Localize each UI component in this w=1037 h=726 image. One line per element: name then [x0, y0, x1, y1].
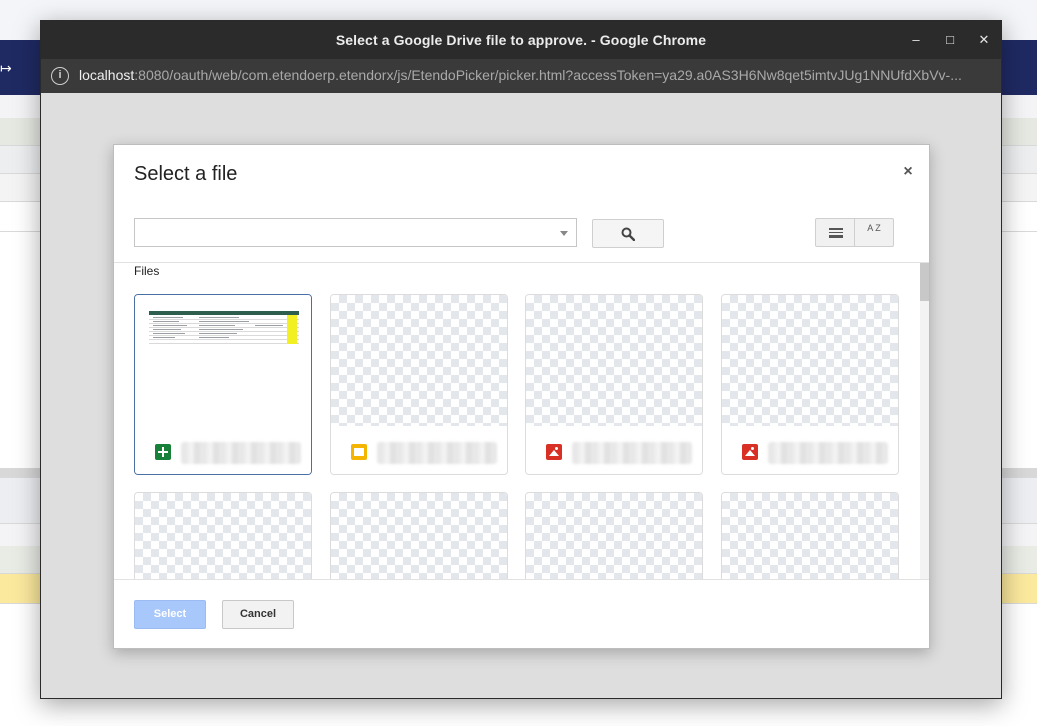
site-info-icon[interactable]: i — [51, 67, 69, 85]
spreadsheet-preview — [149, 311, 299, 347]
file-tile-4[interactable] — [721, 294, 899, 475]
chrome-popup-window: Select a Google Drive file to approve. -… — [40, 20, 1002, 699]
search-input[interactable] — [141, 223, 551, 243]
url-text[interactable]: localhost:8080/oauth/web/com.etendoerp.e… — [79, 67, 989, 85]
list-view-icon — [829, 228, 843, 238]
window-title: Select a Google Drive file to approve. -… — [335, 32, 707, 48]
url-path: :8080/oauth/web/com.etendoerp.etendorx/j… — [134, 67, 962, 83]
cancel-button[interactable]: Cancel — [222, 600, 294, 629]
page-content: Select a file × A Z Files Select Cancel — [41, 93, 1001, 698]
file-grid-scrollbar[interactable] — [920, 263, 929, 579]
file-thumbnail — [722, 295, 898, 426]
file-meta — [722, 426, 898, 474]
minimize-icon[interactable]: – — [905, 29, 927, 51]
file-meta — [526, 426, 702, 474]
file-name-redacted — [572, 442, 692, 464]
file-thumbnail — [135, 295, 311, 426]
file-tile-8[interactable] — [721, 492, 899, 579]
section-label-files: Files — [134, 264, 160, 278]
file-thumbnail — [526, 493, 702, 579]
file-meta — [331, 426, 507, 474]
file-thumbnail — [331, 295, 507, 426]
search-button[interactable] — [592, 219, 664, 248]
sort-az-icon: A Z — [867, 223, 881, 233]
slides-icon — [351, 444, 367, 460]
scrollbar-thumb[interactable] — [920, 263, 929, 301]
file-tile-1[interactable] — [134, 294, 312, 475]
maximize-icon[interactable]: □ — [939, 29, 961, 51]
file-name-redacted — [768, 442, 888, 464]
file-meta — [135, 426, 311, 474]
file-tile-5[interactable] — [134, 492, 312, 579]
file-name-redacted — [181, 442, 301, 464]
select-button[interactable]: Select — [134, 600, 206, 629]
file-picker-dialog: Select a file × A Z Files Select Cancel — [113, 144, 930, 649]
search-icon — [621, 227, 635, 241]
file-grid — [114, 263, 929, 579]
image-icon — [546, 444, 562, 460]
file-tile-3[interactable] — [525, 294, 703, 475]
sheets-icon — [155, 444, 171, 460]
file-thumbnail — [526, 295, 702, 426]
picker-title: Select a file — [134, 163, 238, 185]
url-host: localhost — [79, 67, 135, 83]
file-tile-2[interactable] — [330, 294, 508, 475]
search-dropdown-caret-icon[interactable] — [560, 231, 568, 236]
file-tile-6[interactable] — [330, 492, 508, 579]
file-tile-7[interactable] — [525, 492, 703, 579]
file-thumbnail — [722, 493, 898, 579]
divider — [114, 579, 929, 580]
file-thumbnail — [331, 493, 507, 579]
window-close-icon[interactable]: ✕ — [973, 29, 995, 51]
list-view-button[interactable] — [815, 218, 855, 247]
search-box[interactable] — [134, 218, 577, 247]
file-name-redacted — [377, 442, 497, 464]
image-icon — [742, 444, 758, 460]
window-titlebar[interactable]: Select a Google Drive file to approve. -… — [41, 21, 1001, 59]
sort-button[interactable]: A Z — [854, 218, 894, 247]
close-icon[interactable]: × — [901, 164, 915, 180]
file-thumbnail — [135, 493, 311, 579]
address-bar[interactable]: i localhost:8080/oauth/web/com.etendoerp… — [41, 59, 1001, 93]
logout-icon: ↦ — [0, 60, 12, 76]
